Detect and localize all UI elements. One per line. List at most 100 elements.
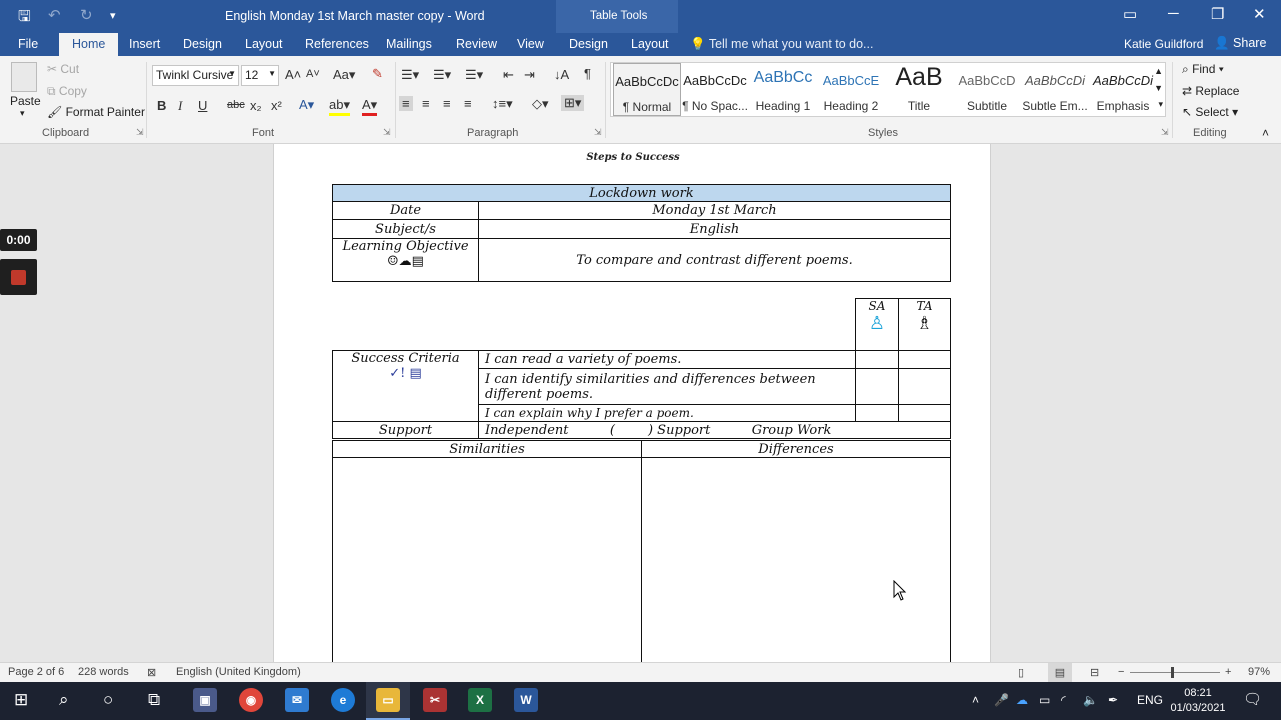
volume-icon[interactable]: 🔈 xyxy=(1083,693,1098,707)
zoom-slider-thumb[interactable] xyxy=(1171,667,1174,678)
edge-icon[interactable]: e xyxy=(331,688,355,712)
style-heading-2[interactable]: AaBbCcE Heading 2 xyxy=(817,63,885,116)
read-mode-icon[interactable]: ▯ xyxy=(1018,666,1024,679)
gallery-up-icon[interactable]: ▲ xyxy=(1154,66,1163,76)
font-color-icon[interactable]: A▾ xyxy=(362,97,378,116)
paste-button[interactable]: Paste xyxy=(10,94,41,108)
document-page[interactable]: Steps to Success Lockdown work Date Mond… xyxy=(273,144,991,668)
italic-button[interactable]: I xyxy=(178,98,182,114)
input-language[interactable]: ENG xyxy=(1137,693,1163,707)
zoom-out-icon[interactable]: − xyxy=(1118,666,1124,678)
cut-button[interactable]: ✂ Cut xyxy=(47,62,79,76)
highlight-icon[interactable]: ab▾ xyxy=(329,97,350,116)
font-name-combo[interactable]: Twinkl Cursive ▼ xyxy=(152,65,239,86)
language[interactable]: English (United Kingdom) xyxy=(176,666,301,678)
wifi-icon[interactable]: ◜ xyxy=(1061,693,1066,707)
share-button[interactable]: 👤 Share xyxy=(1214,36,1266,51)
show-hidden-icons-icon[interactable]: ˄ xyxy=(972,693,979,707)
paste-dropdown-icon[interactable]: ▾ xyxy=(20,108,25,119)
maximize-icon[interactable]: ❐ xyxy=(1211,5,1224,23)
bullets-icon[interactable]: ☰▾ xyxy=(401,67,419,83)
save-icon[interactable]: 🖫 xyxy=(18,6,31,31)
tab-table-layout[interactable]: Layout xyxy=(631,37,669,51)
battery-icon[interactable]: ▭ xyxy=(1039,693,1050,707)
grow-font-icon[interactable]: A˄ xyxy=(285,67,301,82)
strikethrough-button[interactable]: abc xyxy=(227,99,245,111)
zoom-in-icon[interactable]: + xyxy=(1225,666,1231,678)
tab-layout[interactable]: Layout xyxy=(245,37,283,51)
style-subtle-emphasis[interactable]: AaBbCcDi Subtle Em... xyxy=(1021,63,1089,116)
tab-references[interactable]: References xyxy=(305,37,369,51)
style-normal[interactable]: AaBbCcDc ¶ Normal xyxy=(613,63,681,116)
align-left-icon[interactable]: ≡ xyxy=(399,96,413,111)
shrink-font-icon[interactable]: A˅ xyxy=(306,68,320,80)
subscript-button[interactable]: x₂ xyxy=(250,98,262,113)
text-effects-icon[interactable]: A▾ xyxy=(299,97,314,113)
increase-indent-icon[interactable]: ⇥ xyxy=(524,67,535,83)
copy-button[interactable]: ⧉ Copy xyxy=(47,84,87,99)
tab-insert[interactable]: Insert xyxy=(129,37,160,51)
borders-icon[interactable]: ⊞▾ xyxy=(561,95,585,111)
line-spacing-icon[interactable]: ↕≡▾ xyxy=(492,96,513,112)
proofing-icon[interactable]: ⊠ xyxy=(147,666,156,679)
align-center-icon[interactable]: ≡ xyxy=(422,96,430,111)
system-clock[interactable]: 08:21 01/03/2021 xyxy=(1170,686,1226,716)
word-count[interactable]: 228 words xyxy=(78,666,129,678)
task-view-icon[interactable]: ⧉ xyxy=(148,690,160,710)
snipping-tool-icon[interactable]: ✂ xyxy=(423,688,447,712)
record-button[interactable] xyxy=(0,259,37,295)
zoom-level[interactable]: 97% xyxy=(1248,666,1270,678)
print-layout-icon[interactable]: ▤ xyxy=(1048,663,1072,682)
tab-file[interactable]: File xyxy=(18,37,38,51)
ta-check[interactable] xyxy=(898,350,951,369)
tab-review[interactable]: Review xyxy=(456,37,497,51)
tell-me-search[interactable]: 💡 Tell me what you want to do... xyxy=(690,37,873,52)
style-heading-1[interactable]: AaBbCc Heading 1 xyxy=(749,63,817,116)
paragraph-launcher-icon[interactable]: ⇲ xyxy=(594,127,602,138)
differences-cell[interactable] xyxy=(641,457,951,668)
file-explorer-icon[interactable]: ▭ xyxy=(376,688,400,712)
underline-button[interactable]: U xyxy=(198,98,207,113)
tab-mailings[interactable]: Mailings xyxy=(386,37,432,51)
cortana-icon[interactable]: ○ xyxy=(103,690,113,710)
redo-icon[interactable]: ↻ xyxy=(80,6,93,24)
find-button[interactable]: ⌕ Find ▾ xyxy=(1182,62,1224,77)
web-layout-icon[interactable]: ⊟ xyxy=(1090,666,1099,679)
chrome-icon[interactable]: ◉ xyxy=(239,688,263,712)
tab-view[interactable]: View xyxy=(517,37,544,51)
tab-table-design[interactable]: Design xyxy=(569,37,608,51)
zoom-slider[interactable] xyxy=(1130,672,1220,673)
justify-icon[interactable]: ≡ xyxy=(464,96,472,111)
select-button[interactable]: ↖ Select ▾ xyxy=(1182,105,1238,119)
windows-start-icon[interactable]: ⊞ xyxy=(14,690,28,710)
clear-formatting-icon[interactable]: ✎ xyxy=(372,66,383,82)
multilevel-list-icon[interactable]: ☰▾ xyxy=(465,67,483,83)
similarities-cell[interactable] xyxy=(332,457,642,668)
notifications-icon[interactable]: 🗨 xyxy=(1243,690,1262,708)
tab-design[interactable]: Design xyxy=(183,37,222,51)
customize-quick-access-icon[interactable]: ▾ xyxy=(110,9,116,22)
replace-button[interactable]: ⇄ Replace xyxy=(1182,84,1239,98)
numbering-icon[interactable]: ☰▾ xyxy=(433,67,451,83)
align-right-icon[interactable]: ≡ xyxy=(443,96,451,111)
tab-home[interactable]: Home xyxy=(59,33,119,56)
sort-icon[interactable]: ↓A xyxy=(554,67,569,82)
undo-icon[interactable]: ↶ xyxy=(48,6,61,24)
styles-launcher-icon[interactable]: ⇲ xyxy=(1161,127,1169,138)
search-icon[interactable]: ⌕ xyxy=(59,690,69,710)
superscript-button[interactable]: x² xyxy=(271,98,282,113)
style-no-spacing[interactable]: AaBbCcDc ¶ No Spac... xyxy=(681,63,749,116)
ta-check[interactable] xyxy=(898,404,951,422)
font-launcher-icon[interactable]: ⇲ xyxy=(383,127,391,138)
sa-check[interactable] xyxy=(855,368,899,405)
change-case-icon[interactable]: Aa▾ xyxy=(333,67,355,83)
page-count[interactable]: Page 2 of 6 xyxy=(8,666,64,678)
sa-check[interactable] xyxy=(855,404,899,422)
ta-check[interactable] xyxy=(898,368,951,405)
user-name[interactable]: Katie Guildford xyxy=(1124,37,1203,51)
onedrive-icon[interactable]: ☁ xyxy=(1016,693,1028,707)
word-icon[interactable]: W xyxy=(514,688,538,712)
store-icon[interactable]: ▣ xyxy=(193,688,217,712)
style-subtitle[interactable]: AaBbCcD Subtitle xyxy=(953,63,1021,116)
close-icon[interactable]: ✕ xyxy=(1253,5,1266,23)
